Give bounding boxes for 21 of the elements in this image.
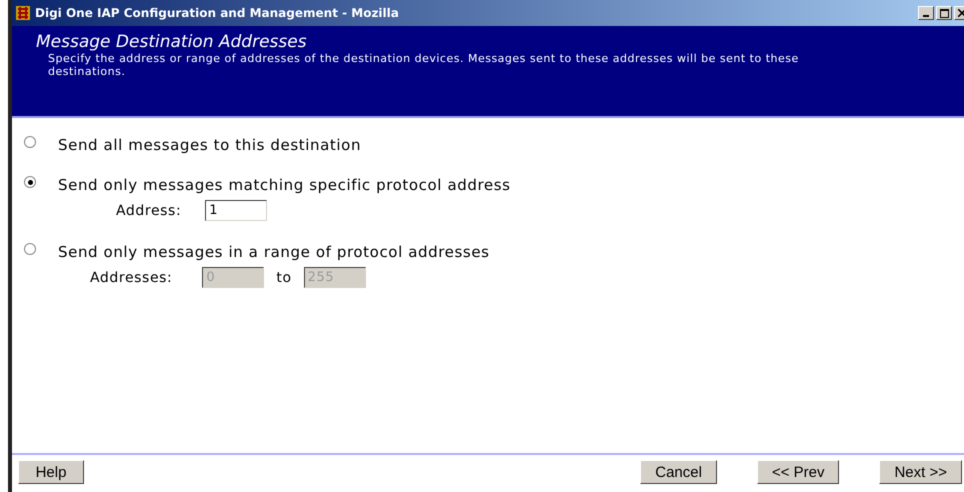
option-label: Send only messages matching specific protocol address — [58, 176, 511, 194]
page-heading: Message Destination Addresses — [36, 32, 308, 52]
field-label: Address: — [116, 202, 182, 218]
window-title: Digi One IAP Configuration and Management - Mozilla — [35, 6, 399, 20]
maximize-button[interactable] — [936, 6, 952, 20]
minimize-button[interactable] — [918, 6, 934, 20]
wizard-button[interactable]: << Prev — [756, 460, 840, 484]
wizard-button[interactable]: Cancel — [640, 460, 717, 484]
range-separator: to — [276, 270, 292, 286]
option-label: Send all messages to this destination — [58, 136, 362, 154]
maximize-icon — [940, 8, 948, 18]
radio-button[interactable] — [24, 136, 36, 148]
app-icon — [16, 6, 30, 20]
radio-button[interactable] — [24, 176, 36, 188]
address-field[interactable]: 1 — [205, 200, 268, 221]
close-icon — [958, 9, 964, 17]
page-description: Specify the address or range of addresses of the destination devices. Messages sent to these addresses will be sent to these destinations. — [47, 52, 800, 78]
wizard-button[interactable]: Next >> — [879, 460, 962, 484]
option-label: Send only messages in a range of protocol addresses — [58, 243, 490, 261]
field-label: Addresses: — [90, 270, 172, 286]
help-button[interactable]: Help — [18, 460, 84, 484]
